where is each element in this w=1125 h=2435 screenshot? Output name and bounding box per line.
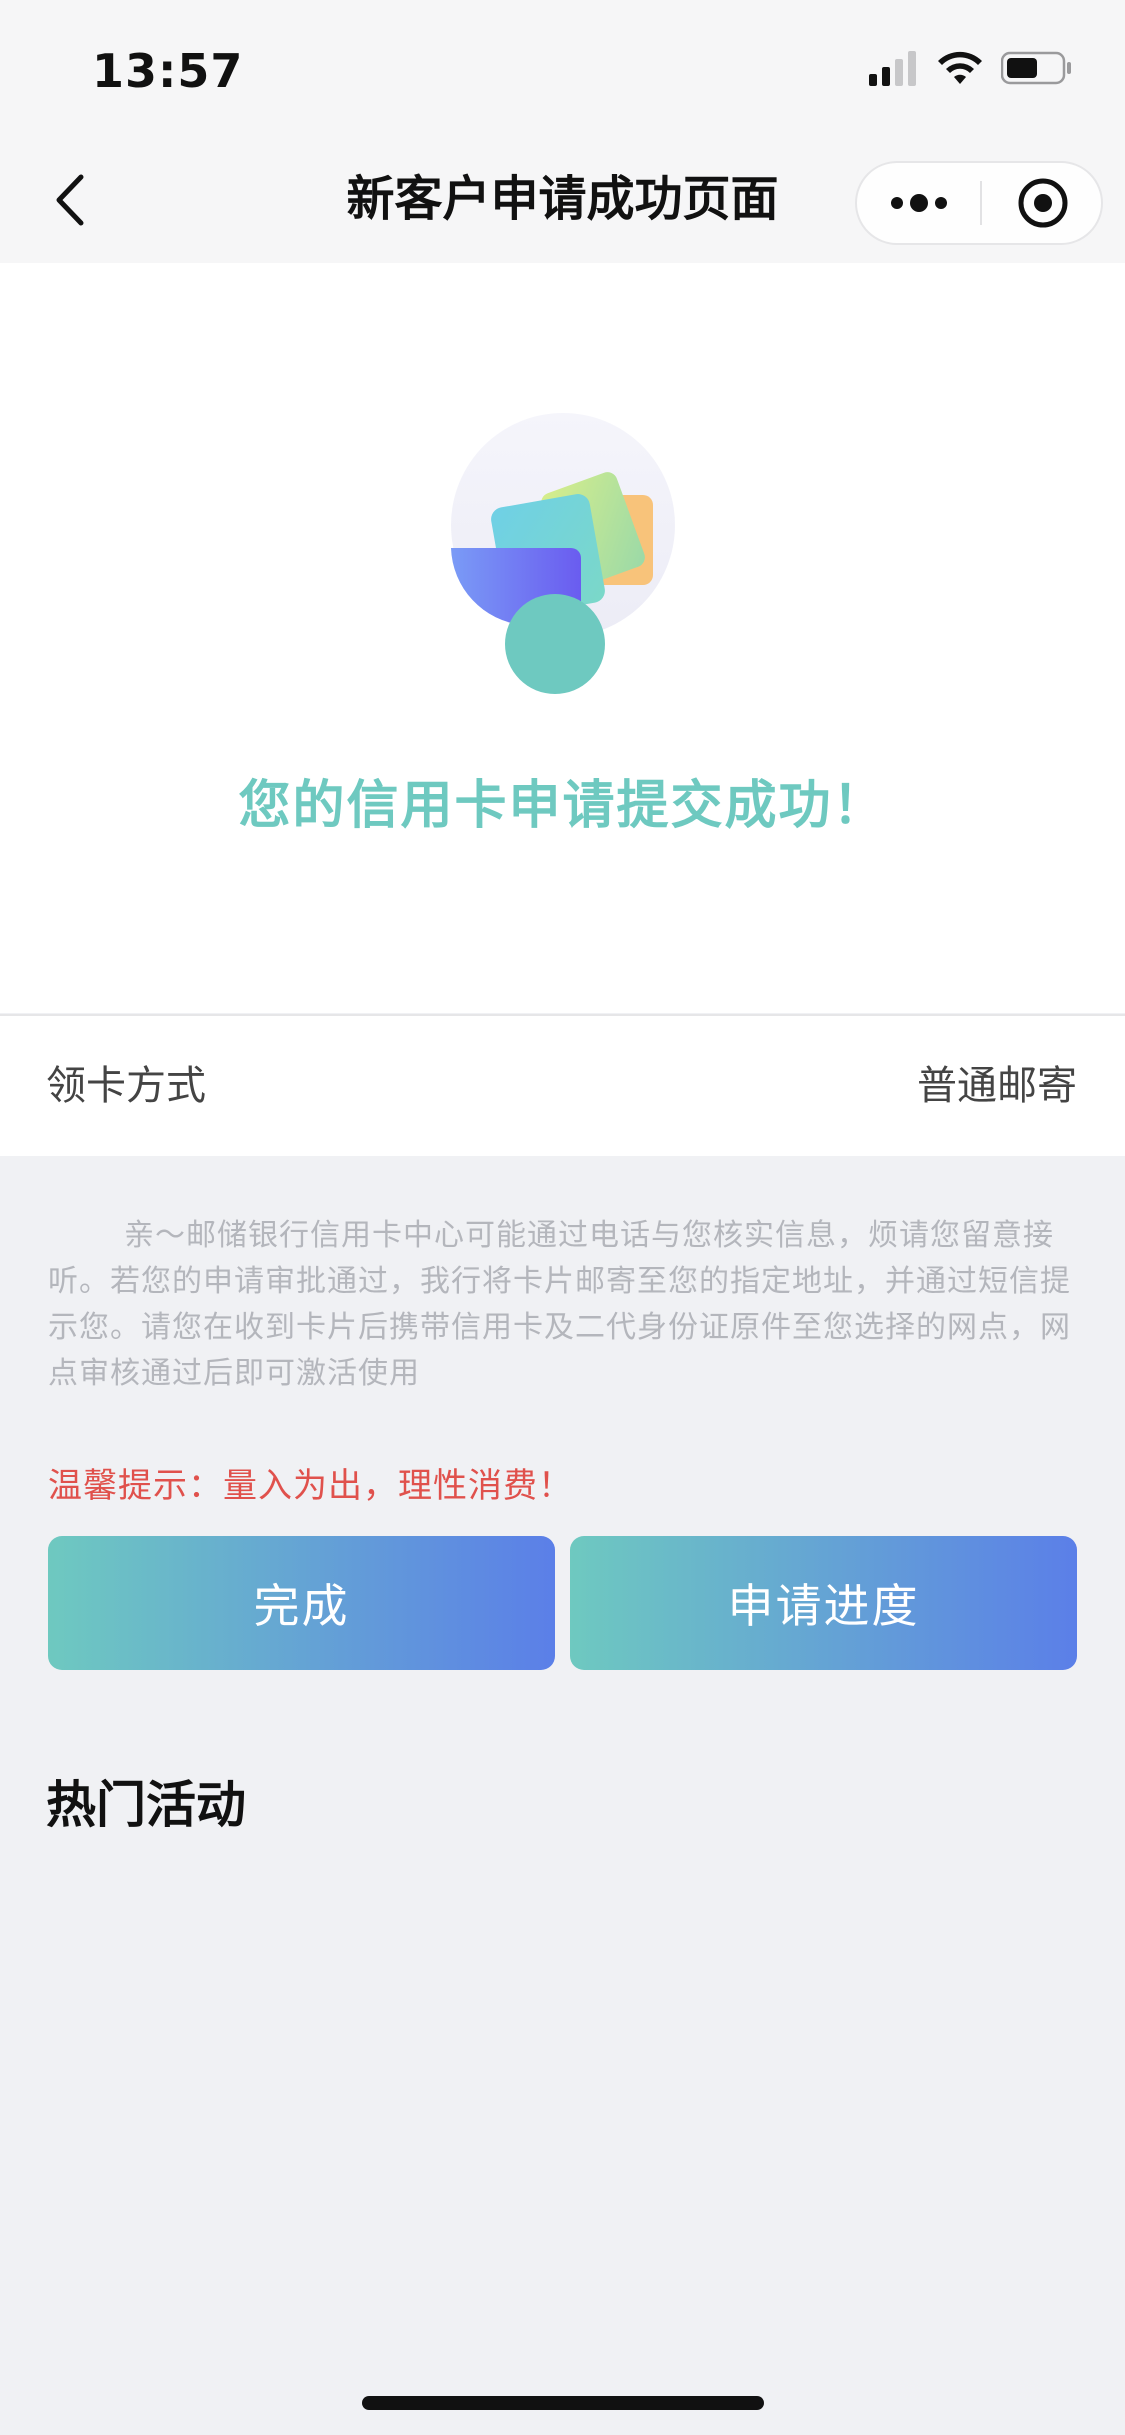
done-button[interactable]: 完成 [48, 1536, 555, 1670]
status-time: 13:57 [92, 44, 244, 98]
card-method-row: 领卡方式 普通邮寄 [0, 1014, 1125, 1156]
navigation-bar: 新客户申请成功页面 [0, 135, 1125, 263]
back-button[interactable] [40, 165, 100, 235]
status-bar: 13:57 [0, 0, 1125, 135]
status-icons [869, 50, 1073, 86]
close-mini-program-button[interactable] [982, 163, 1103, 243]
more-dots-icon [890, 194, 947, 212]
warm-tip: 温馨提示：量入为出，理性消费！ [48, 1466, 573, 1506]
wifi-icon [938, 51, 982, 84]
card-method-label: 领卡方式 [46, 1063, 206, 1109]
back-arrow-icon [56, 174, 84, 226]
close-target-icon [1018, 178, 1067, 228]
cellular-signal-icon [869, 51, 916, 86]
application-progress-button[interactable]: 申请进度 [570, 1536, 1077, 1670]
success-panel: 您的信用卡申请提交成功！ [0, 263, 1125, 1013]
hot-activities-title: 热门活动 [46, 1776, 246, 1834]
more-button[interactable] [857, 163, 980, 243]
notice-text: 亲～邮储银行信用卡中心可能通过电话与您核实信息，烦请您留意接听。若您的申请审批通… [48, 1218, 1071, 1391]
home-indicator [362, 2396, 764, 2410]
battery-icon [1001, 51, 1071, 85]
success-message: 您的信用卡申请提交成功！ [238, 776, 887, 836]
card-method-value: 普通邮寄 [917, 1063, 1077, 1109]
mini-program-capsule [855, 161, 1103, 245]
credit-card-illustration [451, 413, 675, 694]
